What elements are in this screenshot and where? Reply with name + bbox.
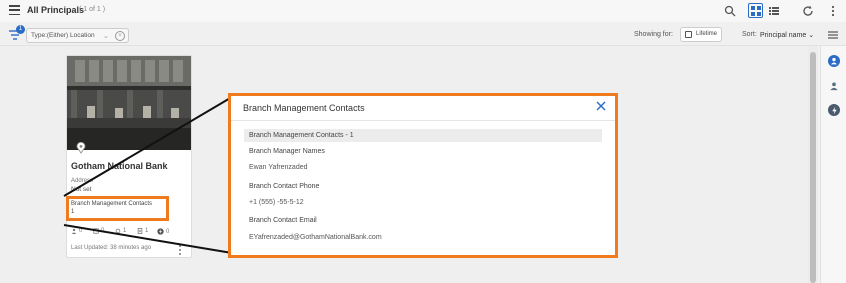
date-range-button[interactable]: Lifetime — [680, 27, 722, 42]
stat-value: 0 — [166, 228, 170, 235]
stat-people: 0 — [71, 228, 82, 234]
collapse-panel-icon[interactable] — [828, 30, 838, 40]
scrollbar-thumb[interactable] — [810, 52, 816, 283]
grid-view-icon[interactable] — [748, 3, 763, 18]
showing-for-label: Showing for: — [634, 31, 673, 38]
calendar-icon — [685, 31, 692, 38]
document-icon — [137, 228, 143, 234]
principal-name[interactable]: Gotham National Bank — [71, 161, 168, 171]
phone-value: +1 (555) -55-5-12 — [249, 199, 304, 206]
person-icon[interactable] — [828, 80, 840, 92]
top-bar: All Principals ( 1 of 1 ) — [0, 0, 846, 22]
refresh-icon[interactable] — [801, 4, 814, 17]
page-title: All Principals — [27, 5, 85, 15]
branch-contacts-count: 1 — [71, 209, 75, 215]
last-updated: Last Updated: 38 minutes ago — [71, 245, 152, 251]
date-range-label: Lifetime — [696, 31, 718, 37]
stat-value: 1 — [123, 228, 127, 234]
lightning-icon — [157, 228, 164, 235]
more-vertical-icon[interactable] — [826, 4, 839, 17]
search-icon[interactable] — [723, 4, 736, 17]
sort-label: Sort: — [742, 31, 757, 38]
bank-photo — [67, 56, 191, 150]
stat-value: 0 — [101, 228, 105, 234]
chevron-down-icon[interactable]: ⌄ — [103, 30, 109, 43]
modal-title: Branch Management Contacts — [243, 103, 365, 113]
address-value: Not set — [71, 186, 92, 193]
lightning-icon[interactable] — [828, 104, 840, 116]
phone-label: Branch Contact Phone — [249, 183, 320, 190]
person-icon — [71, 228, 77, 234]
sort-dropdown[interactable]: Principal name ⌄ — [760, 31, 814, 39]
location-pin-icon — [76, 142, 86, 154]
filter-count-badge: 1 — [16, 25, 25, 34]
clear-filter-icon[interactable]: × — [115, 31, 125, 41]
email-label: Branch Contact Email — [249, 217, 317, 224]
task-icon — [93, 228, 99, 234]
address-label: Address — [71, 178, 94, 184]
card-more-icon[interactable] — [179, 245, 183, 255]
branch-contacts-modal: Branch Management Contacts Branch Manage… — [228, 93, 618, 258]
modal-divider — [231, 120, 615, 121]
principal-card[interactable] — [66, 55, 192, 258]
manager-value: Ewan Yafrenzaded — [249, 164, 308, 171]
filter-bar: 1 Type:(Either) Location ⌄ × Showing for… — [0, 22, 846, 46]
stat-links: 1 — [115, 228, 126, 234]
filter-chip-label: Type:(Either) Location — [31, 32, 95, 39]
link-icon — [115, 228, 121, 234]
stat-actions: 0 — [157, 228, 169, 235]
stat-value: 1 — [145, 228, 149, 234]
stat-tasks: 0 — [93, 228, 104, 234]
branch-contacts-link[interactable]: Branch Management Contacts — [71, 201, 152, 207]
stat-documents: 1 — [137, 228, 148, 234]
close-icon[interactable] — [596, 101, 606, 111]
result-count: ( 1 of 1 ) — [79, 6, 106, 13]
person-circle-icon[interactable] — [828, 55, 840, 67]
manager-label: Branch Manager Names — [249, 148, 325, 155]
type-filter-chip[interactable]: Type:(Either) Location ⌄ × — [26, 28, 129, 43]
hamburger-icon[interactable] — [9, 5, 20, 15]
stat-value: 0 — [79, 228, 83, 234]
email-value: EYafrenzaded@GothamNationalBank.com — [249, 234, 382, 241]
contact-section-header: Branch Management Contacts - 1 — [244, 129, 602, 142]
list-view-icon[interactable] — [767, 4, 780, 17]
